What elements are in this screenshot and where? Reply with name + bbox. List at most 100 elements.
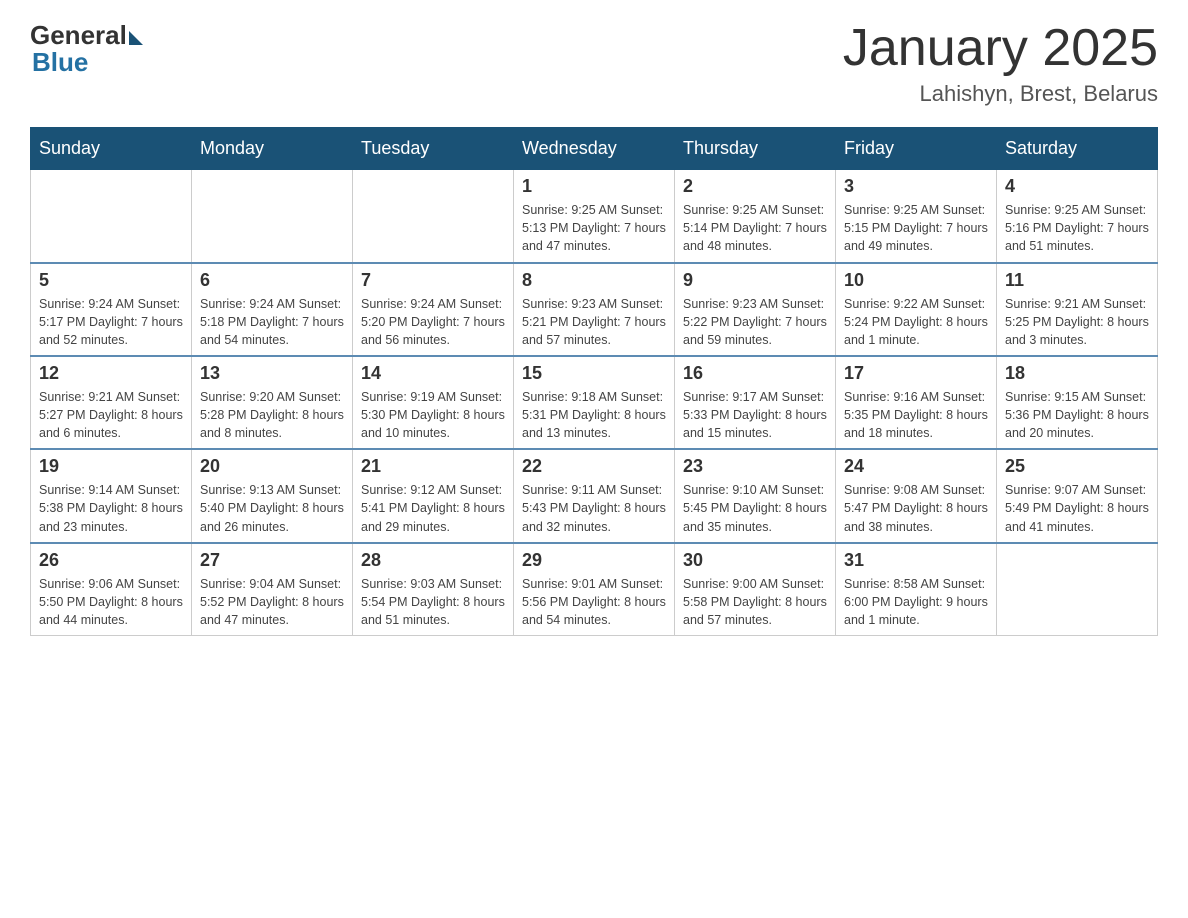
day-info: Sunrise: 9:19 AM Sunset: 5:30 PM Dayligh… <box>361 388 505 442</box>
day-number: 10 <box>844 270 988 291</box>
day-number: 14 <box>361 363 505 384</box>
day-number: 31 <box>844 550 988 571</box>
calendar-cell <box>997 543 1158 636</box>
day-info: Sunrise: 9:21 AM Sunset: 5:27 PM Dayligh… <box>39 388 183 442</box>
calendar-cell: 8Sunrise: 9:23 AM Sunset: 5:21 PM Daylig… <box>514 263 675 356</box>
calendar-cell: 3 Sunrise: 9:25 AM Sunset: 5:15 PM Daylig… <box>836 170 997 263</box>
calendar-cell: 20Sunrise: 9:13 AM Sunset: 5:40 PM Dayli… <box>192 449 353 542</box>
day-info: Sunrise: 9:17 AM Sunset: 5:33 PM Dayligh… <box>683 388 827 442</box>
day-number: 6 <box>200 270 344 291</box>
calendar-header-friday: Friday <box>836 128 997 170</box>
day-info: Sunrise: 9:14 AM Sunset: 5:38 PM Dayligh… <box>39 481 183 535</box>
calendar-table: SundayMondayTuesdayWednesdayThursdayFrid… <box>30 127 1158 636</box>
calendar-cell: 23Sunrise: 9:10 AM Sunset: 5:45 PM Dayli… <box>675 449 836 542</box>
calendar-week-row: 19Sunrise: 9:14 AM Sunset: 5:38 PM Dayli… <box>31 449 1158 542</box>
calendar-cell <box>31 170 192 263</box>
day-number: 18 <box>1005 363 1149 384</box>
day-number: 26 <box>39 550 183 571</box>
day-number: 27 <box>200 550 344 571</box>
calendar-cell: 1 Sunrise: 9:25 AM Sunset: 5:13 PM Daylig… <box>514 170 675 263</box>
day-number: 17 <box>844 363 988 384</box>
title-block: January 2025 Lahishyn, Brest, Belarus <box>843 20 1158 107</box>
month-title: January 2025 <box>843 20 1158 77</box>
day-info: Sunrise: 9:25 AM Sunset: 5:15 PM Dayligh… <box>844 201 988 255</box>
calendar-cell: 30 Sunrise: 9:00 AM Sunset: 5:58 PM Dayli… <box>675 543 836 636</box>
day-info: Sunrise: 9:07 AM Sunset: 5:49 PM Dayligh… <box>1005 481 1149 535</box>
calendar-week-row: 26 Sunrise: 9:06 AM Sunset: 5:50 PM Dayli… <box>31 543 1158 636</box>
calendar-cell: 10 Sunrise: 9:22 AM Sunset: 5:24 PM Dayli… <box>836 263 997 356</box>
logo: General Blue <box>30 20 143 78</box>
day-number: 1 <box>522 176 666 197</box>
calendar-cell: 9Sunrise: 9:23 AM Sunset: 5:22 PM Daylig… <box>675 263 836 356</box>
calendar-cell: 4Sunrise: 9:25 AM Sunset: 5:16 PM Daylig… <box>997 170 1158 263</box>
logo-blue-text: Blue <box>32 47 88 78</box>
day-info: Sunrise: 9:06 AM Sunset: 5:50 PM Dayligh… <box>39 575 183 629</box>
day-info: Sunrise: 9:25 AM Sunset: 5:13 PM Dayligh… <box>522 201 666 255</box>
day-number: 11 <box>1005 270 1149 291</box>
day-number: 15 <box>522 363 666 384</box>
day-number: 30 <box>683 550 827 571</box>
day-info: Sunrise: 9:24 AM Sunset: 5:17 PM Dayligh… <box>39 295 183 349</box>
day-number: 3 <box>844 176 988 197</box>
calendar-week-row: 12 Sunrise: 9:21 AM Sunset: 5:27 PM Dayli… <box>31 356 1158 449</box>
day-number: 22 <box>522 456 666 477</box>
calendar-cell: 18 Sunrise: 9:15 AM Sunset: 5:36 PM Dayli… <box>997 356 1158 449</box>
day-number: 13 <box>200 363 344 384</box>
calendar-cell: 26 Sunrise: 9:06 AM Sunset: 5:50 PM Dayli… <box>31 543 192 636</box>
calendar-header-thursday: Thursday <box>675 128 836 170</box>
calendar-header-sunday: Sunday <box>31 128 192 170</box>
calendar-cell: 5 Sunrise: 9:24 AM Sunset: 5:17 PM Daylig… <box>31 263 192 356</box>
calendar-cell: 25 Sunrise: 9:07 AM Sunset: 5:49 PM Dayli… <box>997 449 1158 542</box>
day-info: Sunrise: 9:25 AM Sunset: 5:14 PM Dayligh… <box>683 201 827 255</box>
day-number: 28 <box>361 550 505 571</box>
day-info: Sunrise: 9:13 AM Sunset: 5:40 PM Dayligh… <box>200 481 344 535</box>
calendar-cell: 7Sunrise: 9:24 AM Sunset: 5:20 PM Daylig… <box>353 263 514 356</box>
calendar-cell: 19Sunrise: 9:14 AM Sunset: 5:38 PM Dayli… <box>31 449 192 542</box>
calendar-cell: 27 Sunrise: 9:04 AM Sunset: 5:52 PM Dayli… <box>192 543 353 636</box>
day-number: 29 <box>522 550 666 571</box>
calendar-cell: 14 Sunrise: 9:19 AM Sunset: 5:30 PM Dayli… <box>353 356 514 449</box>
day-info: Sunrise: 9:04 AM Sunset: 5:52 PM Dayligh… <box>200 575 344 629</box>
day-number: 12 <box>39 363 183 384</box>
day-info: Sunrise: 9:24 AM Sunset: 5:18 PM Dayligh… <box>200 295 344 349</box>
calendar-cell: 21 Sunrise: 9:12 AM Sunset: 5:41 PM Dayli… <box>353 449 514 542</box>
day-info: Sunrise: 9:00 AM Sunset: 5:58 PM Dayligh… <box>683 575 827 629</box>
day-info: Sunrise: 9:11 AM Sunset: 5:43 PM Dayligh… <box>522 481 666 535</box>
day-info: Sunrise: 9:21 AM Sunset: 5:25 PM Dayligh… <box>1005 295 1149 349</box>
calendar-week-row: 5 Sunrise: 9:24 AM Sunset: 5:17 PM Daylig… <box>31 263 1158 356</box>
day-info: Sunrise: 9:23 AM Sunset: 5:21 PM Dayligh… <box>522 295 666 349</box>
day-info: Sunrise: 9:12 AM Sunset: 5:41 PM Dayligh… <box>361 481 505 535</box>
day-info: Sunrise: 9:18 AM Sunset: 5:31 PM Dayligh… <box>522 388 666 442</box>
calendar-cell: 17 Sunrise: 9:16 AM Sunset: 5:35 PM Dayli… <box>836 356 997 449</box>
day-number: 24 <box>844 456 988 477</box>
day-number: 23 <box>683 456 827 477</box>
calendar-cell <box>353 170 514 263</box>
day-number: 5 <box>39 270 183 291</box>
day-info: Sunrise: 9:20 AM Sunset: 5:28 PM Dayligh… <box>200 388 344 442</box>
day-info: Sunrise: 9:01 AM Sunset: 5:56 PM Dayligh… <box>522 575 666 629</box>
calendar-cell <box>192 170 353 263</box>
day-number: 9 <box>683 270 827 291</box>
day-number: 16 <box>683 363 827 384</box>
day-info: Sunrise: 9:22 AM Sunset: 5:24 PM Dayligh… <box>844 295 988 349</box>
day-number: 7 <box>361 270 505 291</box>
calendar-cell: 22 Sunrise: 9:11 AM Sunset: 5:43 PM Dayli… <box>514 449 675 542</box>
calendar-cell: 24Sunrise: 9:08 AM Sunset: 5:47 PM Dayli… <box>836 449 997 542</box>
day-number: 25 <box>1005 456 1149 477</box>
day-info: Sunrise: 9:15 AM Sunset: 5:36 PM Dayligh… <box>1005 388 1149 442</box>
calendar-cell: 31 Sunrise: 8:58 AM Sunset: 6:00 PM Dayli… <box>836 543 997 636</box>
calendar-header-wednesday: Wednesday <box>514 128 675 170</box>
day-number: 2 <box>683 176 827 197</box>
calendar-header-saturday: Saturday <box>997 128 1158 170</box>
calendar-cell: 11 Sunrise: 9:21 AM Sunset: 5:25 PM Dayli… <box>997 263 1158 356</box>
day-info: Sunrise: 9:16 AM Sunset: 5:35 PM Dayligh… <box>844 388 988 442</box>
calendar-header-monday: Monday <box>192 128 353 170</box>
day-number: 21 <box>361 456 505 477</box>
day-info: Sunrise: 9:25 AM Sunset: 5:16 PM Dayligh… <box>1005 201 1149 255</box>
location-subtitle: Lahishyn, Brest, Belarus <box>843 81 1158 107</box>
calendar-header-tuesday: Tuesday <box>353 128 514 170</box>
day-info: Sunrise: 8:58 AM Sunset: 6:00 PM Dayligh… <box>844 575 988 629</box>
calendar-cell: 28Sunrise: 9:03 AM Sunset: 5:54 PM Dayli… <box>353 543 514 636</box>
calendar-header-row: SundayMondayTuesdayWednesdayThursdayFrid… <box>31 128 1158 170</box>
calendar-cell: 6 Sunrise: 9:24 AM Sunset: 5:18 PM Daylig… <box>192 263 353 356</box>
